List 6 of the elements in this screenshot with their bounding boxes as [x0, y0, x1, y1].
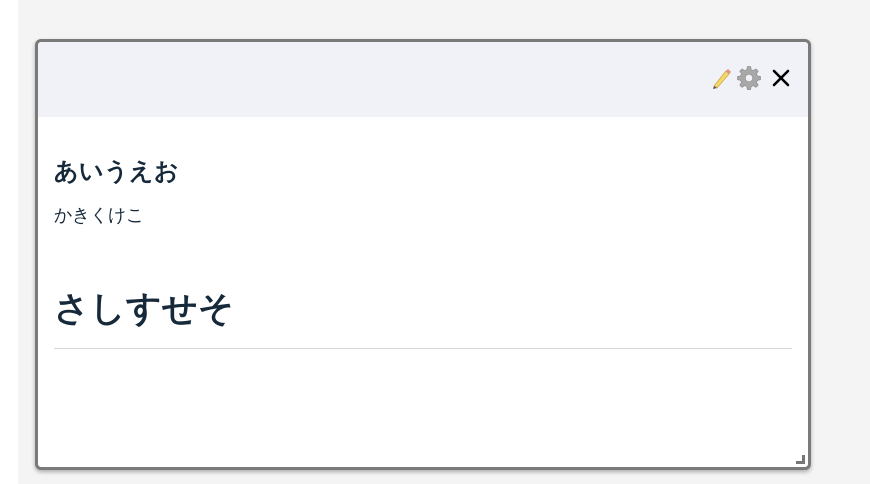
close-icon[interactable] — [772, 68, 790, 86]
gear-icon[interactable] — [736, 64, 762, 90]
resize-handle-icon[interactable] — [796, 455, 805, 464]
paragraph: かきくけこ — [54, 204, 144, 228]
heading: あいうえお — [54, 156, 179, 187]
section-heading: さしすせそ — [54, 288, 234, 331]
